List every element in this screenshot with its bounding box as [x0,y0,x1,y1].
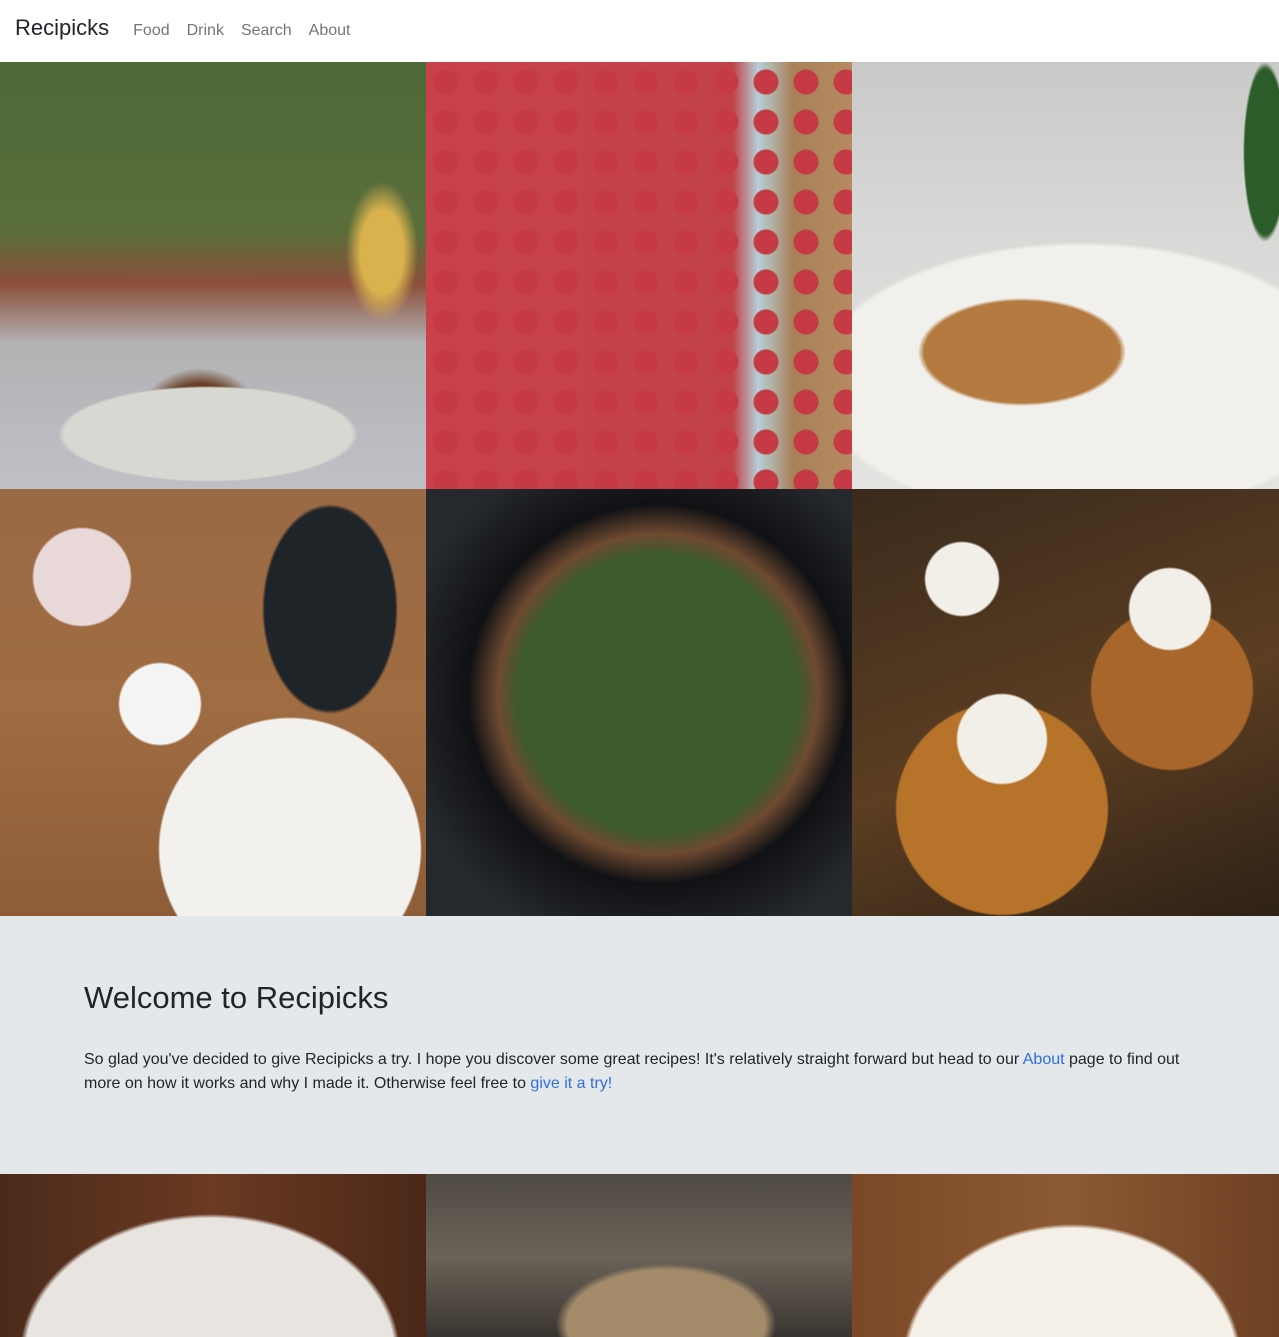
nav-link-search[interactable]: Search [241,22,292,40]
about-link[interactable]: About [1023,1051,1065,1068]
top-photo-gallery [0,62,1279,916]
food-photo-dessert-plate [0,1174,426,1337]
food-photo-burger [852,62,1279,489]
welcome-text: So glad you've decided to give Recipicks… [84,1048,1184,1096]
nav-link-drink[interactable]: Drink [187,22,224,40]
welcome-jumbotron: Welcome to Recipicks So glad you've deci… [0,916,1279,1174]
food-photo-pastries [852,489,1279,916]
brand-logo[interactable]: Recipicks [15,15,109,41]
food-photo-meat-dish [0,62,426,489]
nav-link-food[interactable]: Food [133,22,169,40]
give-it-a-try-link[interactable]: give it a try! [530,1075,612,1092]
food-photo-cafe [426,1174,852,1337]
nav-link-about[interactable]: About [309,22,351,40]
welcome-title: Welcome to Recipicks [84,980,389,1015]
food-photo-noodle-bowl [852,1174,1279,1337]
food-photo-strawberry-tart [426,62,852,489]
bottom-photo-gallery [0,1174,1279,1337]
food-photo-avocado-toast [0,489,426,916]
food-photo-stir-fry [426,489,852,916]
top-navbar: Recipicks Food Drink Search About [0,0,1279,62]
welcome-text-part-1: So glad you've decided to give Recipicks… [84,1051,1023,1068]
